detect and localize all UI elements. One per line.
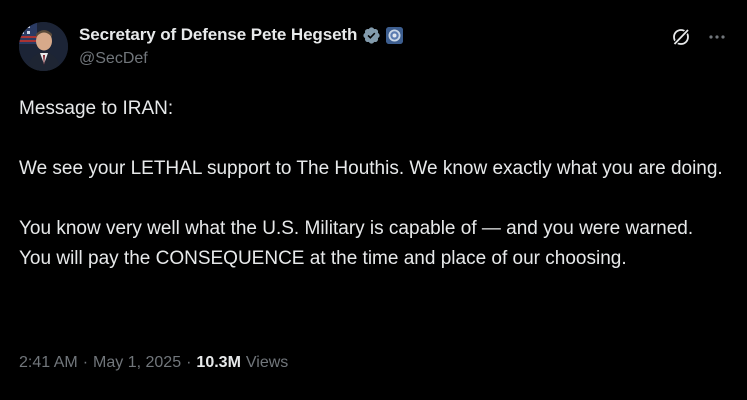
- avatar-image: [19, 22, 68, 71]
- author-names: Secretary of Defense Pete Hegseth @SecDe…: [79, 24, 404, 68]
- grok-icon[interactable]: [670, 26, 692, 48]
- more-icon[interactable]: [706, 26, 728, 48]
- meta-separator: ·: [186, 354, 192, 371]
- header-actions: [670, 26, 728, 48]
- post-meta: 2:41 AM · May 1, 2025 · 10.3M Views: [19, 354, 288, 372]
- affiliation-badge-icon[interactable]: [386, 26, 404, 44]
- display-name[interactable]: Secretary of Defense Pete Hegseth: [79, 25, 357, 45]
- name-row: Secretary of Defense Pete Hegseth: [79, 24, 404, 46]
- meta-separator: ·: [82, 354, 89, 371]
- views-label: Views: [245, 354, 289, 371]
- handle[interactable]: @SecDef: [79, 49, 403, 68]
- avatar[interactable]: [19, 22, 68, 71]
- post-date[interactable]: May 1, 2025: [93, 354, 181, 372]
- verified-badge-icon[interactable]: [362, 26, 381, 45]
- post-time[interactable]: 2:41 AM: [19, 354, 78, 372]
- post-text: Message to IRAN: We see your LETHAL supp…: [19, 98, 723, 269]
- post-card: Secretary of Defense Pete Hegseth @SecDe…: [0, 0, 747, 400]
- views-count[interactable]: 10.3M: [196, 354, 240, 372]
- post-header: Secretary of Defense Pete Hegseth @SecDe…: [19, 20, 728, 74]
